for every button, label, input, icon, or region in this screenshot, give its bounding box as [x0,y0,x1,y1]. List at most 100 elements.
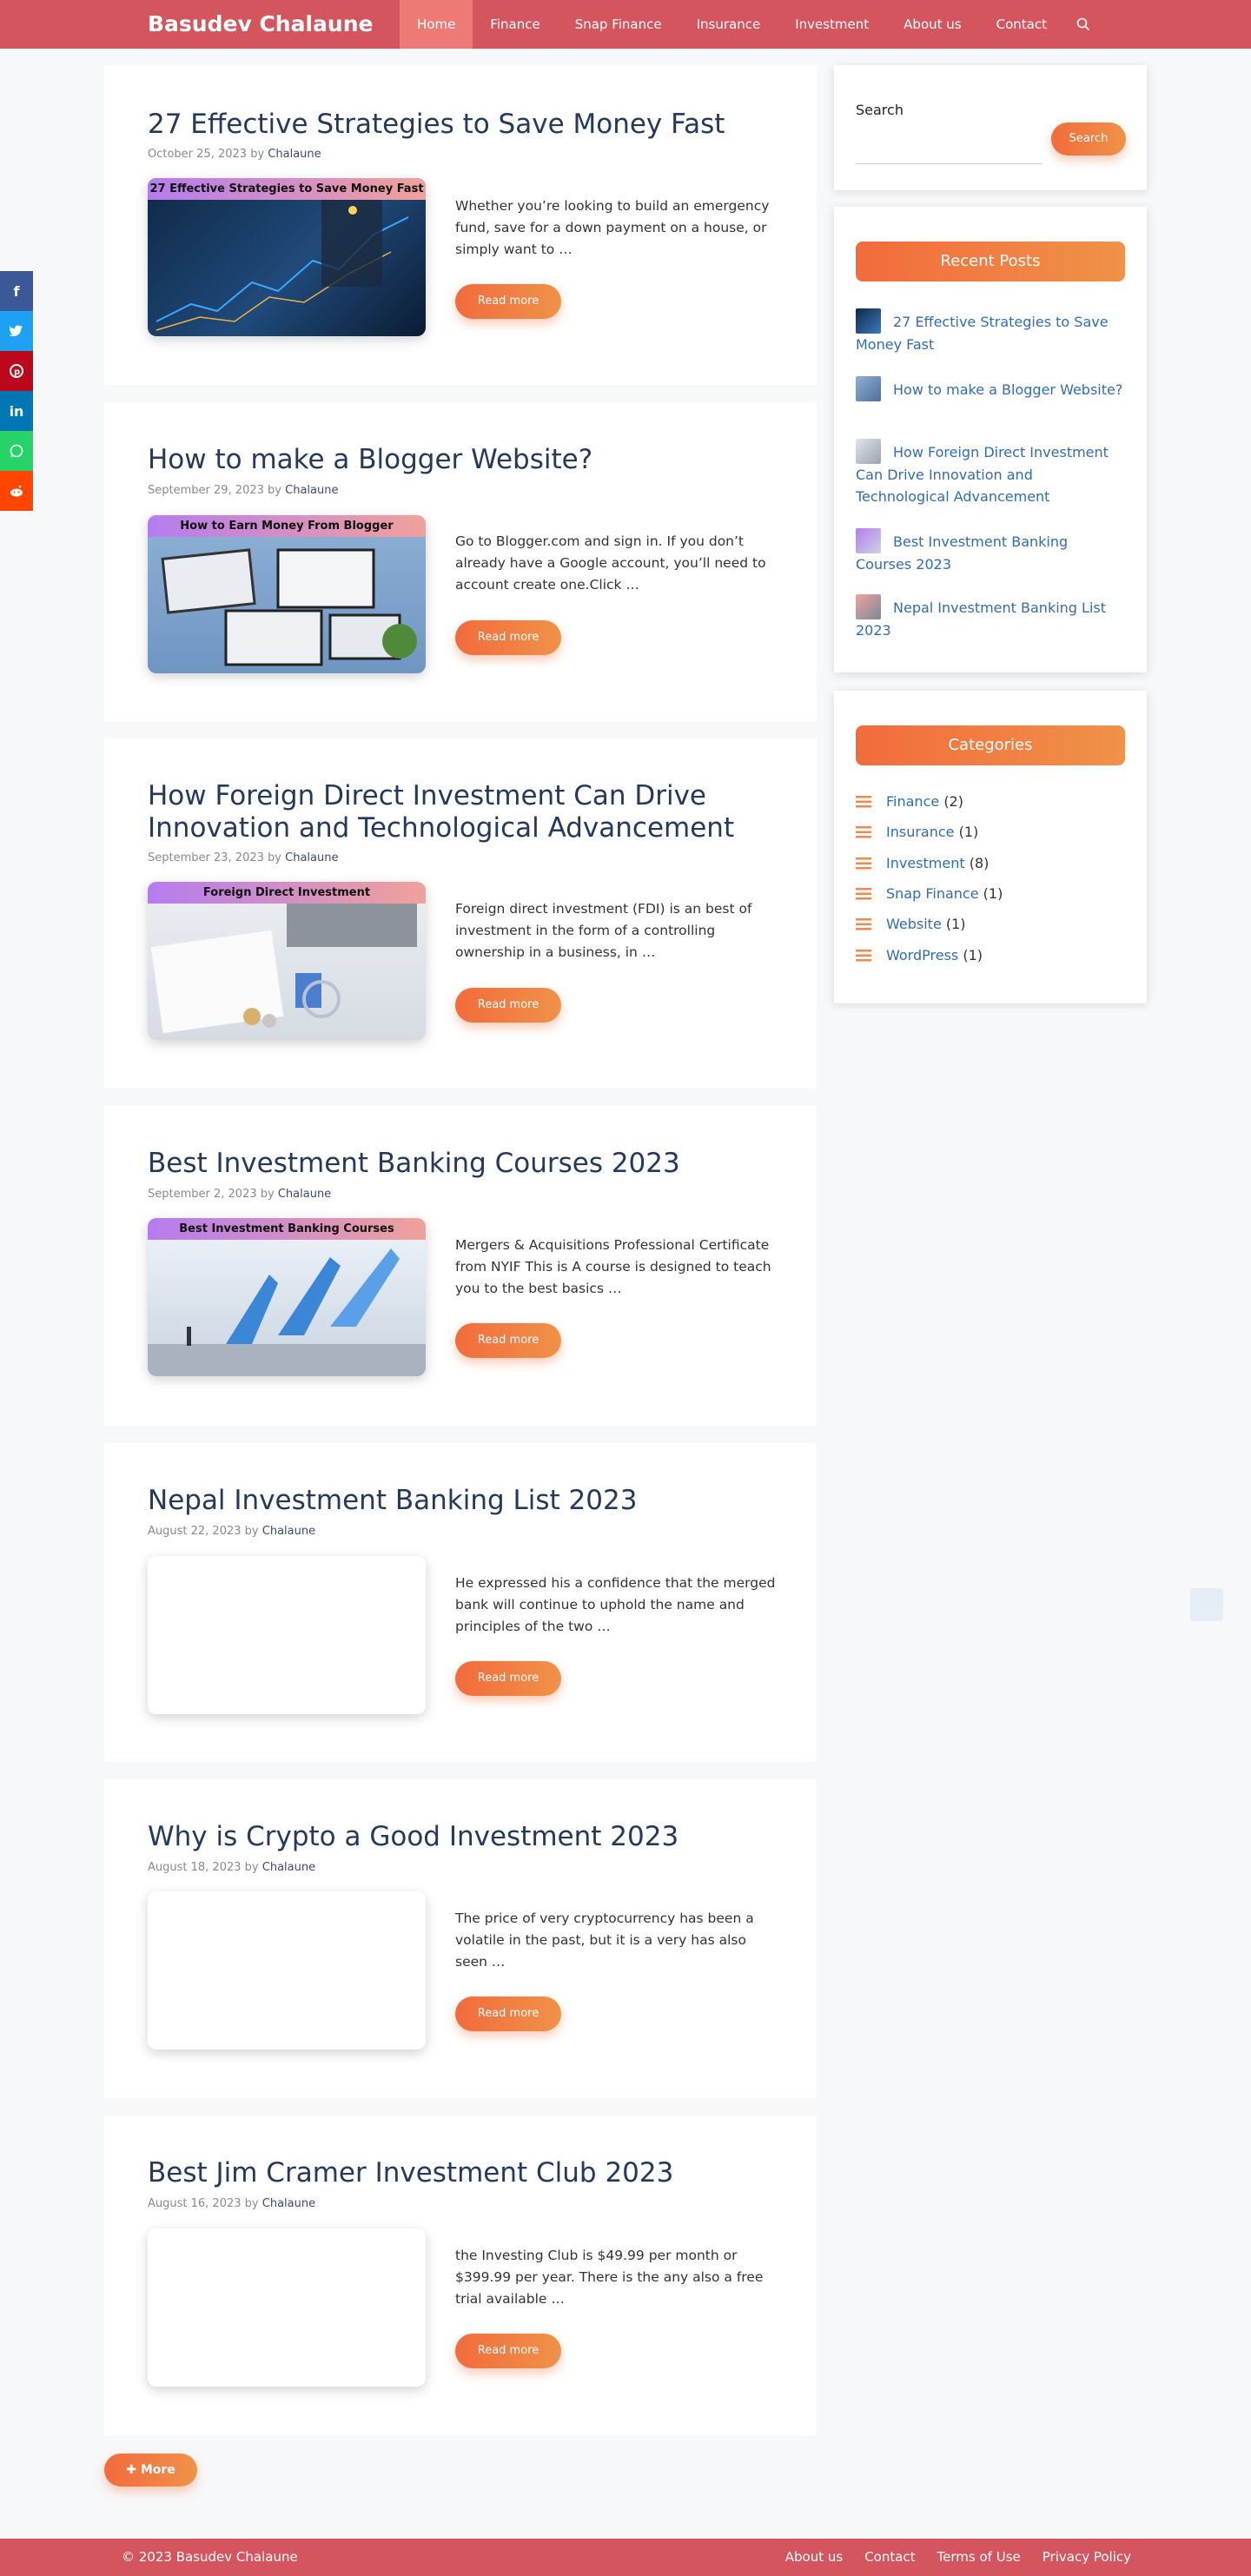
nav-home[interactable]: Home [400,0,473,49]
post-meta: September 2, 2023 by Chalaune [148,1188,331,1201]
linkedin-icon[interactable]: in [0,391,33,431]
recent-post-link[interactable]: How Foreign Direct Investment Can Drive … [856,439,1125,507]
post-by: by [244,2197,259,2210]
category-item: Finance (2) [856,792,963,811]
post-date: August 16, 2023 [148,2197,242,2210]
search-label: Search [856,102,904,118]
share-bar: f p in [0,271,33,511]
pinterest-icon[interactable]: p [0,351,33,391]
post-excerpt: the Investing Club is $49.99 per month o… [455,2248,764,2307]
search-input[interactable] [856,135,1042,164]
footer-link-about-us[interactable]: About us [785,2549,843,2565]
post-author[interactable]: Chalaune [278,1188,331,1201]
category-item: WordPress (1) [856,946,983,965]
read-more-button[interactable]: Read more [455,620,561,655]
search-icon[interactable] [1064,0,1102,49]
post-card: Why is Crypto a Good Investment 2023 Aug… [104,1779,817,2098]
scroll-to-top-button[interactable] [1190,1588,1223,1621]
post-author[interactable]: Chalaune [262,1525,315,1538]
category-link[interactable]: Snap Finance [886,885,979,902]
recent-posts-title: Recent Posts [856,242,1125,281]
category-link[interactable]: WordPress [886,947,958,964]
post-meta: October 25, 2023 by Chalaune [148,148,321,161]
category-count: (1) [958,824,979,840]
footer-link-contact[interactable]: Contact [864,2549,915,2565]
post-thumbnail[interactable]: Best Investment Banking Courses [148,1218,426,1376]
footer-link-terms[interactable]: Terms of Use [937,2549,1021,2565]
read-more-button[interactable]: Read more [455,988,561,1023]
post-thumbnail[interactable] [148,2228,426,2387]
post-thumbnail[interactable]: 27 Effective Strategies to Save Money Fa… [148,178,426,336]
footer-link-privacy[interactable]: Privacy Policy [1042,2549,1131,2565]
recent-post-link[interactable]: Nepal Investment Banking List 2023 [856,594,1125,641]
post-card: Best Investment Banking Courses 2023 Sep… [104,1106,817,1426]
thumbnail-banner: 27 Effective Strategies to Save Money Fa… [148,178,426,200]
post-title[interactable]: Nepal Investment Banking List 2023 [148,1485,773,1517]
post-thumbnail[interactable]: How to Earn Money From Blogger [148,515,426,673]
recent-post-link[interactable]: Best Investment Banking Courses 2023 [856,528,1125,575]
post-thumbnail-icon [856,528,881,553]
post-card: 27 Effective Strategies to Save Money Fa… [104,65,817,385]
post-excerpt: Whether you’re looking to build an emerg… [455,198,770,257]
nav-finance[interactable]: Finance [473,0,557,49]
recent-post-link[interactable]: 27 Effective Strategies to Save Money Fa… [856,308,1125,355]
nav-insurance[interactable]: Insurance [679,0,778,49]
post-title[interactable]: Best Jim Cramer Investment Club 2023 [148,2157,773,2189]
more-label: More [140,2463,175,2477]
post-thumbnail[interactable]: Foreign Direct Investment [148,882,426,1040]
post-author[interactable]: Chalaune [285,484,338,497]
nav-contact[interactable]: Contact [979,0,1064,49]
read-more-button[interactable]: Read more [455,1661,561,1696]
nav-about-us[interactable]: About us [886,0,978,49]
post-title[interactable]: Why is Crypto a Good Investment 2023 [148,1821,773,1853]
read-more-button[interactable]: Read more [455,2334,561,2368]
categories-title: Categories [856,725,1125,765]
post-date: October 25, 2023 [148,148,248,161]
post-author[interactable]: Chalaune [285,851,338,864]
category-count: (2) [943,793,963,810]
post-meta: August 18, 2023 by Chalaune [148,1861,315,1874]
post-title[interactable]: 27 Effective Strategies to Save Money Fa… [148,109,773,141]
post-thumbnail-icon [856,439,881,464]
read-more-button[interactable]: Read more [455,1323,561,1358]
post-thumbnail[interactable] [148,1556,426,1714]
post-author[interactable]: Chalaune [268,148,321,161]
post-date: August 22, 2023 [148,1525,242,1538]
facebook-icon[interactable]: f [0,271,33,311]
search-button[interactable]: Search [1051,123,1126,156]
post-date: September 29, 2023 [148,484,264,497]
post-excerpt: Mergers & Acquisitions Professional Cert… [455,1237,771,1296]
post-thumbnail[interactable] [148,1891,426,2050]
twitter-icon[interactable] [0,311,33,351]
post-excerpt: Foreign direct investment (FDI) is an be… [455,901,752,960]
plus-icon: ✚ [126,2463,141,2477]
category-link[interactable]: Insurance [886,824,955,840]
list-icon [856,857,873,871]
post-card: How to make a Blogger Website? September… [104,402,817,722]
post-title[interactable]: Best Investment Banking Courses 2023 [148,1148,773,1180]
post-thumbnail-icon [856,376,881,401]
list-icon [856,887,873,901]
post-card: Best Jim Cramer Investment Club 2023 Aug… [104,2116,817,2435]
more-posts-button[interactable]: ✚ More [104,2453,197,2487]
post-author[interactable]: Chalaune [262,2197,315,2210]
whatsapp-icon[interactable] [0,431,33,471]
category-link[interactable]: Investment [886,855,965,871]
nav-investment[interactable]: Investment [778,0,886,49]
post-title[interactable]: How to make a Blogger Website? [148,444,773,476]
post-date: September 23, 2023 [148,851,264,864]
site-title[interactable]: Basudev Chalaune [148,11,373,36]
post-title[interactable]: How Foreign Direct Investment Can Drive … [148,780,773,844]
post-by: by [244,1861,259,1874]
read-more-button[interactable]: Read more [455,1997,561,2031]
reddit-icon[interactable] [0,471,33,511]
read-more-button[interactable]: Read more [455,284,561,319]
recent-post-link[interactable]: How to make a Blogger Website? [856,376,1125,401]
category-link[interactable]: Website [886,916,942,932]
post-by: by [250,148,265,161]
category-count: (8) [969,855,990,871]
category-link[interactable]: Finance [886,793,939,810]
post-excerpt: He expressed his a confidence that the m… [455,1575,776,1634]
nav-snap-finance[interactable]: Snap Finance [558,0,679,49]
post-author[interactable]: Chalaune [262,1861,315,1874]
